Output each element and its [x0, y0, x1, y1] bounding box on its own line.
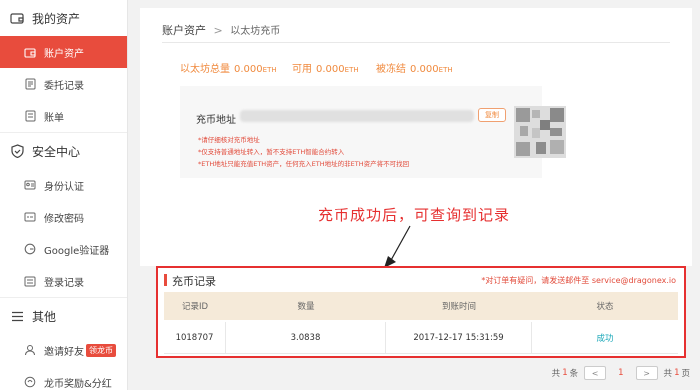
deposit-records-panel: 充币记录 *对订单有疑问，请发送邮件至 service@dragonex.io …	[156, 266, 686, 358]
sidebar-item-orders[interactable]: 委托记录	[0, 68, 127, 100]
breadcrumb-separator: >	[213, 24, 223, 37]
next-page-button[interactable]: >	[635, 366, 658, 380]
wallet-icon	[24, 46, 36, 58]
sidebar-item-login-records[interactable]: 登录记录	[0, 265, 127, 297]
title-accent-bar	[164, 274, 167, 286]
pages-prefix: 共	[663, 369, 673, 379]
address-label: 充币地址	[196, 115, 236, 126]
cell-status: 成功	[596, 333, 614, 344]
user-icon	[24, 344, 36, 356]
current-page[interactable]: 1	[618, 368, 623, 378]
deposit-address-box: 充币地址 复制 *请仔细核对充币地址 *仅支持普通地址转入，暂不支持ETH智能合…	[180, 86, 566, 178]
column-header: 到账时间	[441, 302, 476, 312]
list-icon	[24, 275, 36, 287]
divider	[162, 42, 670, 43]
sidebar-item-label: 修改密码	[44, 213, 84, 225]
annotation-arrow-icon	[384, 225, 411, 268]
sidebar-item-label: 身份认证	[44, 181, 84, 193]
balance-label: 可用	[292, 64, 312, 75]
column-header: 数量	[297, 302, 315, 312]
column-header: 记录ID	[181, 302, 209, 312]
qr-code-blurred	[514, 106, 566, 158]
deposit-notes: *请仔细核对充币地址 *仅支持普通地址转入，暂不支持ETH智能合约转入 *ETH…	[198, 134, 409, 170]
total-suffix: 条	[569, 369, 579, 379]
table-header: 记录ID 数量 到账时间 状态	[164, 292, 678, 320]
sidebar-item-rewards[interactable]: 龙币奖励&分红	[0, 366, 127, 390]
section-title: 我的资产	[32, 11, 81, 26]
sidebar-item-label: 邀请好友	[44, 346, 84, 358]
balance-label: 被冻结	[376, 64, 406, 75]
section-title: 其他	[32, 309, 57, 324]
section-title: 安全中心	[32, 144, 81, 159]
sidebar-item-label: 账户资产	[44, 48, 84, 60]
sidebar-item-label: 委托记录	[44, 80, 84, 92]
pages-suffix: 页	[681, 369, 690, 379]
promo-badge: 领龙币	[86, 343, 116, 357]
prev-page-button[interactable]: <	[584, 366, 607, 380]
balance-unit: ETH	[262, 66, 277, 74]
note-line: *仅支持普通地址转入，暂不支持ETH智能合约转入	[198, 148, 345, 156]
note-line: *请仔细核对充币地址	[198, 136, 260, 144]
sidebar-item-password[interactable]: 修改密码	[0, 201, 127, 233]
google-icon	[24, 243, 36, 255]
sidebar-item-account-assets[interactable]: 账户资产	[0, 36, 127, 68]
document-icon	[24, 78, 36, 90]
shield-icon	[10, 144, 24, 158]
cell-time: 2017-12-17 15:31:59	[386, 322, 532, 353]
sidebar-item-bill[interactable]: 账单	[0, 100, 127, 132]
pages-count: 1	[674, 368, 680, 378]
balance-value: 0.000	[316, 64, 345, 75]
balance-value: 0.000	[234, 64, 263, 75]
sidebar-item-label: 龙币奖励&分红	[44, 378, 112, 390]
total-count: 1	[562, 368, 568, 378]
deposit-card: 账户资产 > 以太坊充币 以太坊总量 0.000ETH 可用 0.000ETH 被冻…	[140, 8, 692, 268]
sidebar-item-label: 账单	[44, 112, 64, 124]
copy-button[interactable]: 复制	[478, 108, 506, 122]
sidebar-item-identity[interactable]: 身份认证	[0, 169, 127, 201]
key-icon	[24, 211, 36, 223]
balance-total: 以太坊总量 0.000ETH	[180, 60, 277, 75]
note-line: *ETH地址只能充值ETH资产，任何充入ETH地址的非ETH资产将不可找回	[198, 160, 410, 168]
sidebar-item-label: Google验证器	[44, 245, 110, 257]
menu-icon	[10, 309, 24, 323]
records-title: 充币记录	[172, 275, 216, 288]
section-my-assets[interactable]: 我的资产	[0, 0, 127, 36]
balance-available: 可用 0.000ETH	[292, 60, 359, 75]
column-header: 状态	[596, 302, 614, 312]
balance-value: 0.000	[410, 64, 439, 75]
sidebar-item-invite[interactable]: 邀请好友 领龙币	[0, 334, 127, 366]
sidebar-item-google-auth[interactable]: Google验证器	[0, 233, 127, 265]
section-other[interactable]: 其他	[0, 298, 127, 334]
breadcrumb: 账户资产 > 以太坊充币	[162, 22, 280, 38]
address-value-blurred[interactable]	[240, 110, 474, 122]
records-note[interactable]: *对订单有疑问，请发送邮件至 service@dragonex.io	[481, 275, 676, 286]
balance-label: 以太坊总量	[180, 64, 230, 75]
breadcrumb-current: 以太坊充币	[230, 26, 281, 37]
sidebar: 我的资产 账户资产 委托记录 账单 安全中心 身份认证 修改密码 Google验…	[0, 0, 128, 390]
section-security[interactable]: 安全中心	[0, 133, 127, 169]
total-prefix: 共	[551, 369, 561, 379]
id-card-icon	[24, 179, 36, 191]
sidebar-item-label: 登录记录	[44, 277, 84, 289]
cell-id: 1018707	[164, 322, 226, 353]
wallet-icon	[10, 11, 24, 25]
table-row: 1018707 3.0838 2017-12-17 15:31:59 成功	[164, 322, 678, 354]
breadcrumb-parent[interactable]: 账户资产	[162, 24, 206, 37]
balance-unit: ETH	[344, 66, 359, 74]
cell-amount: 3.0838	[226, 322, 386, 353]
balance-unit: ETH	[438, 66, 453, 74]
pagination: 共 1 条 < 1 > 共 1 页	[552, 366, 690, 380]
balance-frozen: 被冻结 0.000ETH	[376, 60, 453, 75]
bill-icon	[24, 110, 36, 122]
dragon-coin-icon	[24, 376, 36, 388]
